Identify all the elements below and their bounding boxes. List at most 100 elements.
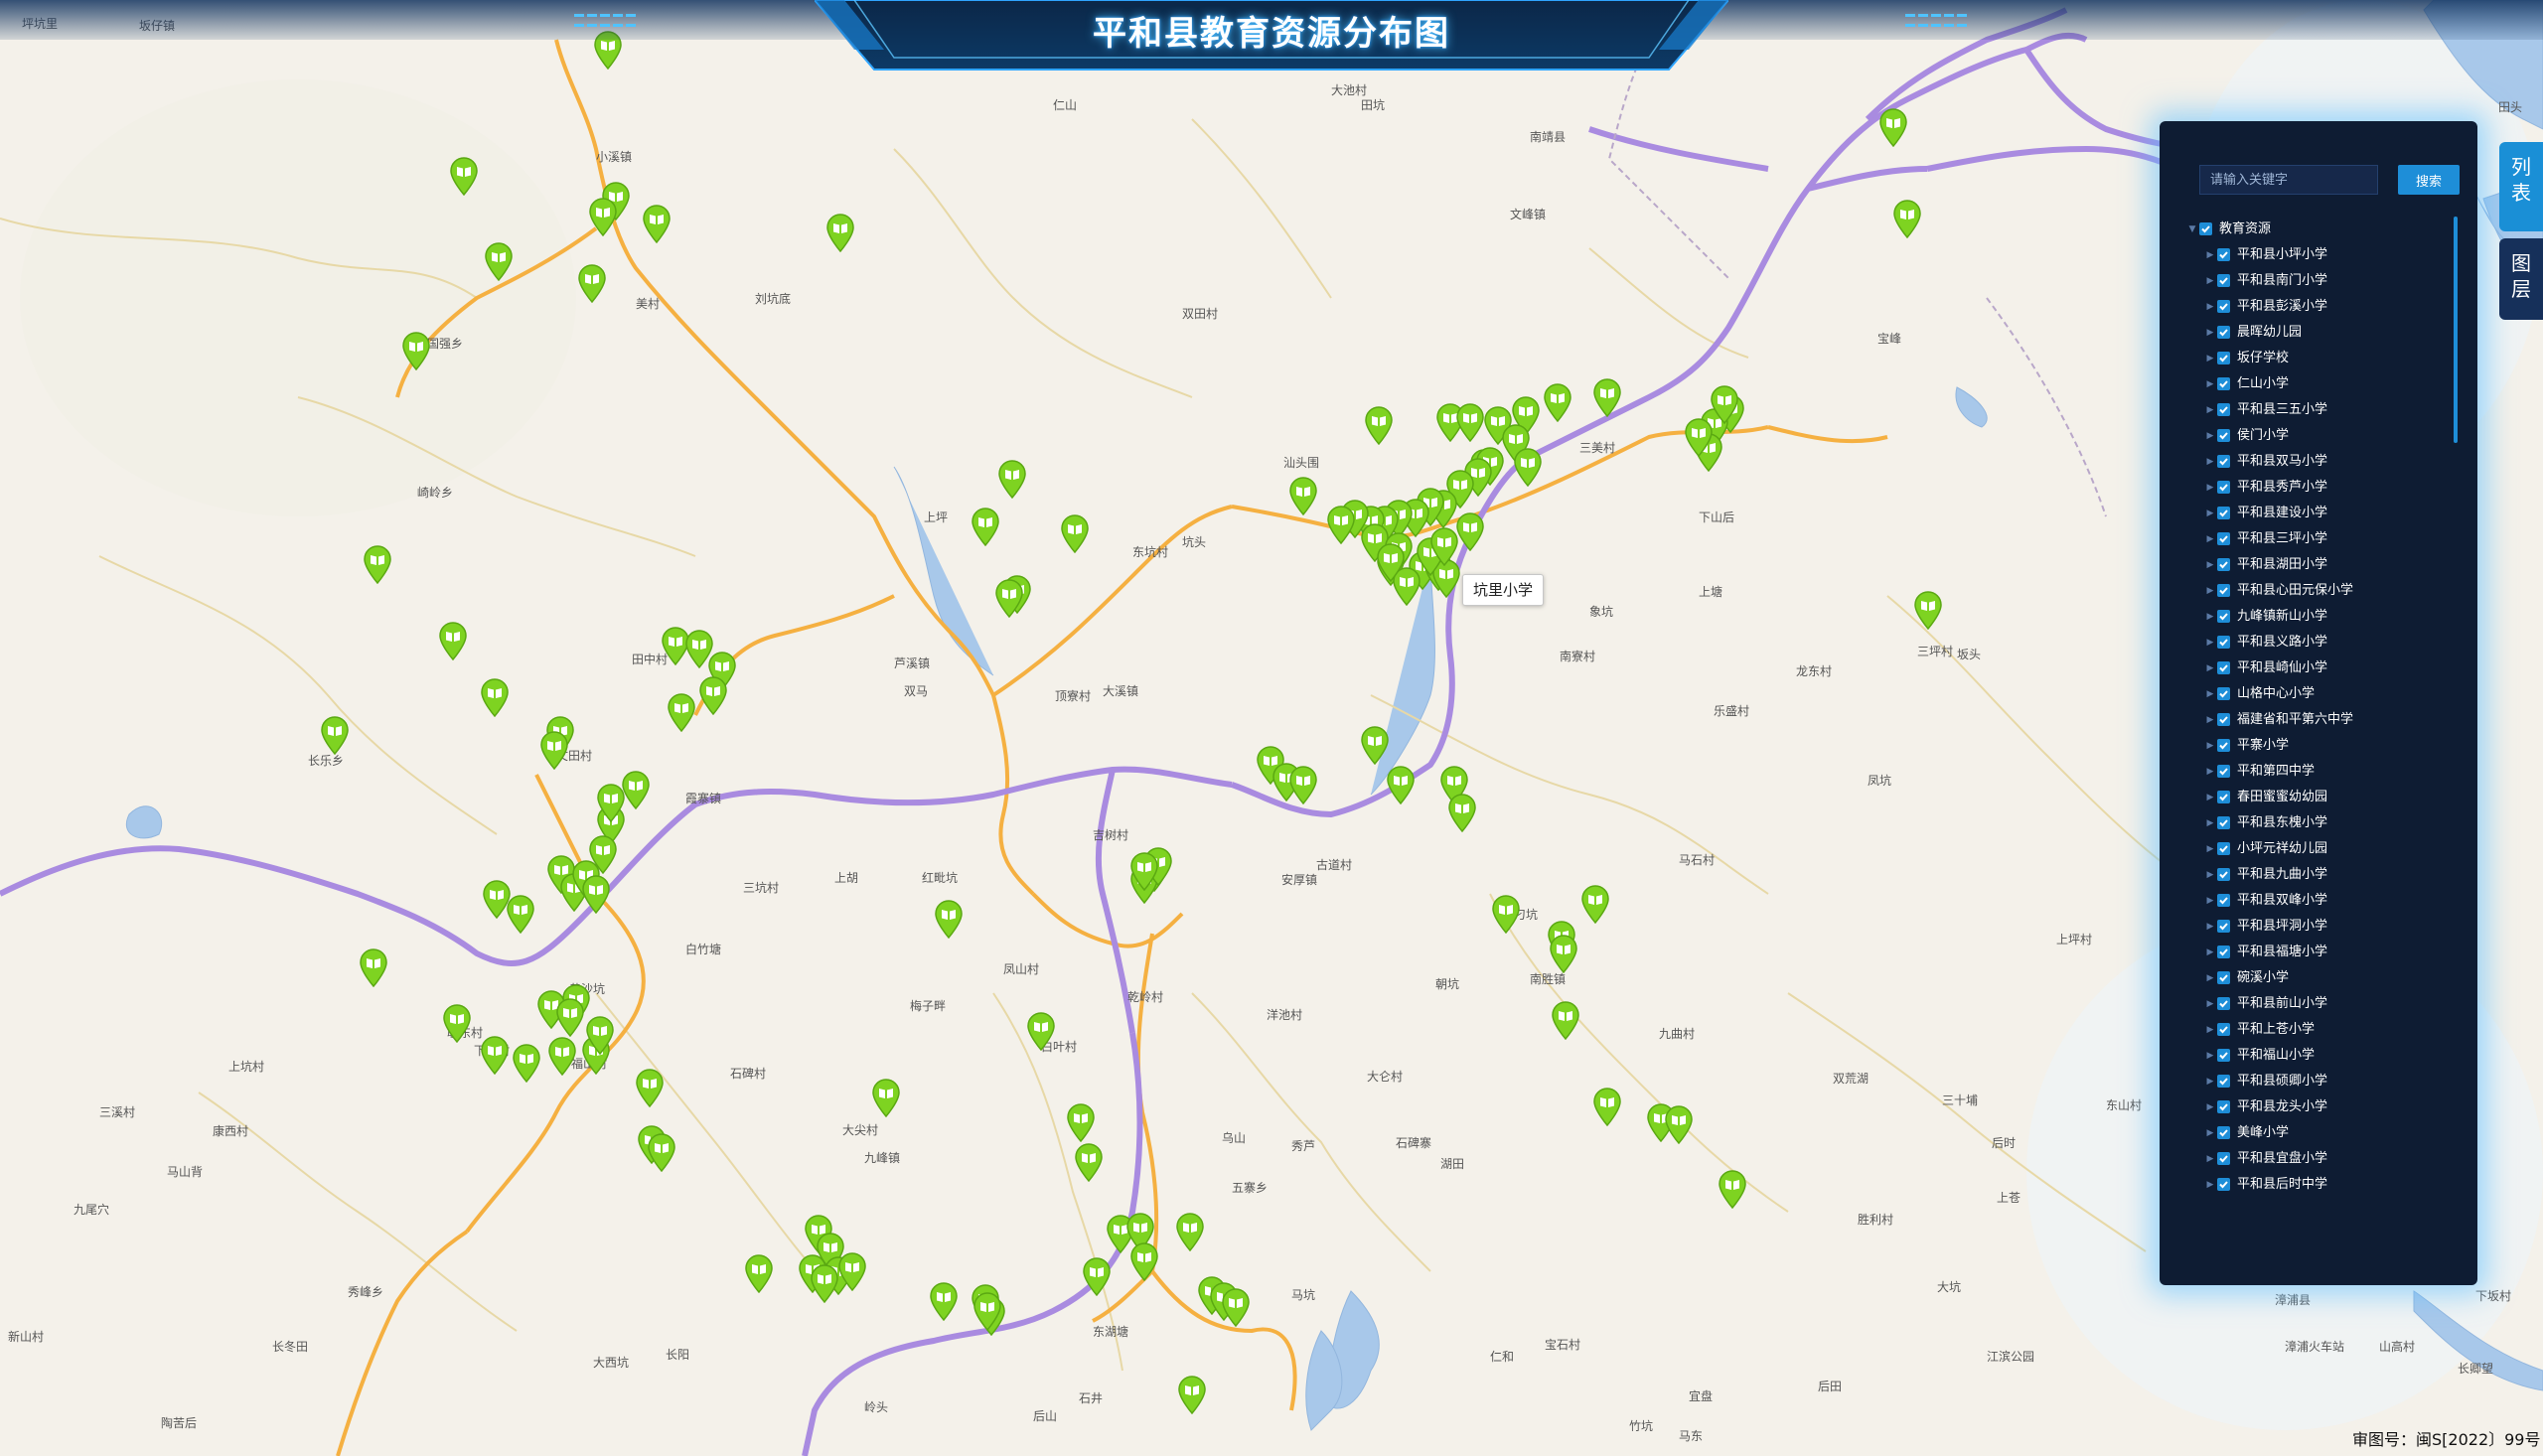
tree-item[interactable]: ▶ 平和县建设小学 <box>2185 501 2452 526</box>
expand-arrow-icon[interactable]: ▶ <box>2205 346 2215 371</box>
checkbox-checked-icon[interactable] <box>2217 1049 2230 1062</box>
tree-item[interactable]: ▶ 平和县三五小学 <box>2185 397 2452 423</box>
checkbox-checked-icon[interactable] <box>2217 661 2230 674</box>
tree-item[interactable]: ▶ 平和县义路小学 <box>2185 630 2452 655</box>
checkbox-checked-icon[interactable] <box>2217 1178 2230 1191</box>
checkbox-checked-icon[interactable] <box>2217 248 2230 261</box>
checkbox-checked-icon[interactable] <box>2217 300 2230 313</box>
expand-arrow-icon[interactable]: ▶ <box>2205 475 2215 501</box>
checkbox-checked-icon[interactable] <box>2217 403 2230 416</box>
tree-item[interactable]: ▶ 平和县前山小学 <box>2185 991 2452 1017</box>
tree-scrollbar[interactable] <box>2454 217 2458 443</box>
expand-arrow-icon[interactable]: ▶ <box>2205 991 2215 1017</box>
checkbox-checked-icon[interactable] <box>2217 997 2230 1010</box>
expand-arrow-icon[interactable]: ▶ <box>2205 1146 2215 1172</box>
tree-item[interactable]: ▶ 晨晖幼儿园 <box>2185 320 2452 346</box>
tree-item[interactable]: ▶ 平和县南门小学 <box>2185 268 2452 294</box>
tree-item[interactable]: ▶ 平和县福塘小学 <box>2185 940 2452 965</box>
tree-item[interactable]: ▶ 平和县宜盘小学 <box>2185 1146 2452 1172</box>
tree-item[interactable]: ▶ 平和县坪洞小学 <box>2185 914 2452 940</box>
tree-item[interactable]: ▶ 福建省和平第六中学 <box>2185 707 2452 733</box>
expand-arrow-icon[interactable]: ▶ <box>2205 320 2215 346</box>
tree-item[interactable]: ▶ 平和福山小学 <box>2185 1043 2452 1069</box>
expand-arrow-icon[interactable]: ▶ <box>2205 1094 2215 1120</box>
checkbox-checked-icon[interactable] <box>2217 532 2230 545</box>
tree-item[interactable]: ▶ 平和县湖田小学 <box>2185 552 2452 578</box>
checkbox-checked-icon[interactable] <box>2217 636 2230 649</box>
tree-item[interactable]: ▶ 山格中心小学 <box>2185 681 2452 707</box>
checkbox-checked-icon[interactable] <box>2217 326 2230 339</box>
expand-arrow-icon[interactable]: ▶ <box>2205 810 2215 836</box>
expand-arrow-icon[interactable]: ▶ <box>2205 526 2215 552</box>
tree-item[interactable]: ▶ 九峰镇新山小学 <box>2185 604 2452 630</box>
expand-arrow-icon[interactable]: ▶ <box>2205 707 2215 733</box>
checkbox-checked-icon[interactable] <box>2217 739 2230 752</box>
tree-item[interactable]: ▶ 平和县双马小学 <box>2185 449 2452 475</box>
tree-item[interactable]: ▶ 平和第四中学 <box>2185 759 2452 785</box>
expand-arrow-icon[interactable]: ▶ <box>2205 449 2215 475</box>
checkbox-checked-icon[interactable] <box>2217 481 2230 494</box>
checkbox-checked-icon[interactable] <box>2217 610 2230 623</box>
checkbox-checked-icon[interactable] <box>2217 765 2230 778</box>
expand-arrow-icon[interactable]: ▶ <box>2205 888 2215 914</box>
checkbox-checked-icon[interactable] <box>2217 429 2230 442</box>
expand-arrow-icon[interactable]: ▶ <box>2205 268 2215 294</box>
expand-arrow-icon[interactable]: ▶ <box>2205 1043 2215 1069</box>
checkbox-checked-icon[interactable] <box>2217 558 2230 571</box>
expand-arrow-icon[interactable]: ▶ <box>2205 371 2215 397</box>
tree-item[interactable]: ▶ 平和县九曲小学 <box>2185 862 2452 888</box>
checkbox-checked-icon[interactable] <box>2217 971 2230 984</box>
checkbox-checked-icon[interactable] <box>2217 1152 2230 1165</box>
checkbox-checked-icon[interactable] <box>2217 868 2230 881</box>
checkbox-checked-icon[interactable] <box>2217 584 2230 597</box>
search-input[interactable] <box>2199 165 2378 195</box>
tree-item[interactable]: ▶ 侯门小学 <box>2185 423 2452 449</box>
expand-arrow-icon[interactable]: ▶ <box>2205 1069 2215 1094</box>
tree-item[interactable]: ▶ 平和县心田元保小学 <box>2185 578 2452 604</box>
tree-item[interactable]: ▶ 平寨小学 <box>2185 733 2452 759</box>
checkbox-checked-icon[interactable] <box>2217 352 2230 364</box>
expand-arrow-icon[interactable]: ▶ <box>2205 604 2215 630</box>
expand-arrow-icon[interactable]: ▶ <box>2205 1120 2215 1146</box>
checkbox-checked-icon[interactable] <box>2217 1023 2230 1036</box>
checkbox-checked-icon[interactable] <box>2217 377 2230 390</box>
expand-arrow-icon[interactable]: ▶ <box>2205 759 2215 785</box>
checkbox-checked-icon[interactable] <box>2217 894 2230 907</box>
tab-layer[interactable]: 图层 <box>2499 238 2543 320</box>
tree-item[interactable]: ▶ 平和上苍小学 <box>2185 1017 2452 1043</box>
checkbox-checked-icon[interactable] <box>2217 1100 2230 1113</box>
expand-arrow-icon[interactable]: ▶ <box>2205 423 2215 449</box>
expand-arrow-icon[interactable]: ▶ <box>2205 940 2215 965</box>
expand-arrow-icon[interactable]: ▼ <box>2187 217 2197 242</box>
expand-arrow-icon[interactable]: ▶ <box>2205 242 2215 268</box>
expand-arrow-icon[interactable]: ▶ <box>2205 965 2215 991</box>
tree-item[interactable]: ▶ 仁山小学 <box>2185 371 2452 397</box>
checkbox-checked-icon[interactable] <box>2217 1126 2230 1139</box>
expand-arrow-icon[interactable]: ▶ <box>2205 914 2215 940</box>
expand-arrow-icon[interactable]: ▶ <box>2205 836 2215 862</box>
tree-root[interactable]: ▼ 教育资源 <box>2185 217 2452 242</box>
checkbox-checked-icon[interactable] <box>2217 455 2230 468</box>
tree-item[interactable]: ▶ 平和县硕卿小学 <box>2185 1069 2452 1094</box>
tree-item[interactable]: ▶ 坂仔学校 <box>2185 346 2452 371</box>
checkbox-checked-icon[interactable] <box>2217 842 2230 855</box>
checkbox-checked-icon[interactable] <box>2217 1075 2230 1088</box>
tree-item[interactable]: ▶ 平和县后时中学 <box>2185 1172 2452 1198</box>
expand-arrow-icon[interactable]: ▶ <box>2205 1017 2215 1043</box>
checkbox-checked-icon[interactable] <box>2217 507 2230 519</box>
expand-arrow-icon[interactable]: ▶ <box>2205 630 2215 655</box>
tree-item[interactable]: ▶ 平和县小坪小学 <box>2185 242 2452 268</box>
tree-item[interactable]: ▶ 美峰小学 <box>2185 1120 2452 1146</box>
tree-item[interactable]: ▶ 平和县双峰小学 <box>2185 888 2452 914</box>
search-button[interactable]: 搜索 <box>2398 165 2460 195</box>
expand-arrow-icon[interactable]: ▶ <box>2205 733 2215 759</box>
checkbox-checked-icon[interactable] <box>2217 274 2230 287</box>
expand-arrow-icon[interactable]: ▶ <box>2205 1172 2215 1198</box>
expand-arrow-icon[interactable]: ▶ <box>2205 552 2215 578</box>
tree-item[interactable]: ▶ 平和县东槐小学 <box>2185 810 2452 836</box>
checkbox-checked-icon[interactable] <box>2199 222 2212 235</box>
tree-item[interactable]: ▶ 平和县彭溪小学 <box>2185 294 2452 320</box>
expand-arrow-icon[interactable]: ▶ <box>2205 294 2215 320</box>
checkbox-checked-icon[interactable] <box>2217 816 2230 829</box>
checkbox-checked-icon[interactable] <box>2217 791 2230 803</box>
